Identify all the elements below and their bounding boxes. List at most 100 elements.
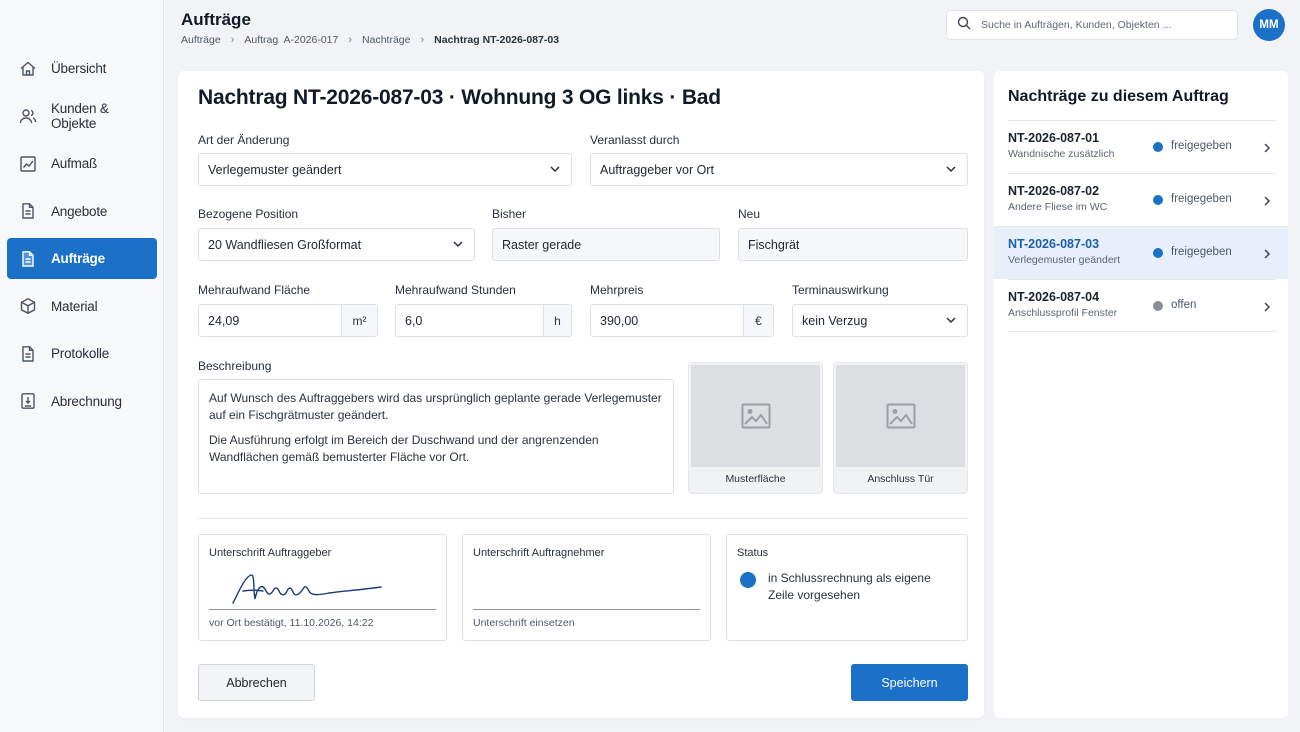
sidebar-item-label: Abrechnung (51, 393, 122, 409)
nachtrag-form-card: Nachtrag NT-2026-087-03 · Wohnung 3 OG l… (178, 71, 984, 718)
avatar[interactable]: MM (1253, 9, 1285, 41)
chevron-right-icon (1262, 300, 1272, 318)
search-icon (957, 16, 971, 35)
document-filled-icon (19, 250, 37, 268)
photo-caption: Anschluss Tür (867, 473, 934, 485)
signature-subtext: vor Ort bestätigt, 11.10.2026, 14:22 (209, 617, 374, 629)
cancel-button[interactable]: Abbrechen (198, 664, 315, 701)
flaeche-input[interactable]: 24,09 m² (198, 304, 378, 337)
item-description: Wandnische zusätzlich (1008, 148, 1115, 160)
item-status: freigegeben (1171, 140, 1232, 152)
sidebar-item-label: Kunden & Objekte (51, 101, 109, 131)
position-select[interactable]: 20 Wandfliesen Großformat (198, 228, 475, 261)
status-dot-icon (1153, 142, 1163, 152)
signature-subtext[interactable]: Unterschrift einsetzen (473, 617, 575, 629)
home-icon (19, 60, 37, 78)
breadcrumb-item[interactable]: Nachträge (362, 34, 410, 46)
nachtraege-panel: Nachträge zu diesem Auftrag NT-2026-087-… (994, 71, 1288, 718)
status-dot-icon (740, 572, 756, 588)
sidebar-item-material[interactable]: Material (7, 286, 157, 327)
status-dot-icon (1153, 301, 1163, 311)
breadcrumb: Aufträge › Auftrag A-2026-017 › Nachträg… (181, 34, 559, 46)
sidebar-item-label: Material (51, 298, 98, 314)
status-label: Status (737, 547, 769, 559)
art-select[interactable]: Verlegemuster geändert (198, 153, 572, 186)
signature-label: Unterschrift Auftraggeber (209, 547, 332, 559)
item-status: freigegeben (1171, 246, 1232, 258)
sidebar-item-label: Protokolle (51, 346, 110, 361)
item-id: NT-2026-087-03 (1008, 237, 1100, 251)
status-text: in Schlussrechnung als eigene Zeile vorg… (768, 571, 931, 602)
sidebar-item-label: Übersicht (51, 61, 107, 76)
bisher-value: Raster gerade (502, 237, 582, 252)
item-status: offen (1171, 299, 1197, 311)
unit-label: m² (341, 305, 377, 336)
signature-line (209, 609, 436, 610)
veranlasst-select[interactable]: Auftraggeber vor Ort (590, 153, 968, 186)
chevron-right-icon (1262, 247, 1272, 265)
beschreibung-paragraph: Auf Wunsch des Auftraggebers wird das ur… (209, 391, 662, 422)
list-item[interactable]: NT-2026-087-04 Anschlussprofil Fenster o… (1008, 279, 1276, 332)
signature-label: Unterschrift Auftragnehmer (473, 547, 605, 559)
document-icon (19, 345, 37, 363)
signature-image (232, 574, 382, 604)
beschreibung-textarea[interactable]: Auf Wunsch des Auftraggebers wird das ur… (198, 379, 674, 494)
signature-auftragnehmer[interactable]: Unterschrift Auftragnehmer Unterschrift … (462, 534, 711, 641)
position-label: Bezogene Position (198, 207, 299, 221)
sidebar-item-label: Aufmaß (51, 156, 98, 171)
chevron-right-icon: › (348, 34, 353, 46)
sidebar-item-protokolle[interactable]: Protokolle (7, 333, 157, 374)
chevron-down-icon (549, 163, 561, 178)
photo-musterflaeche[interactable]: Musterfläche (688, 362, 823, 494)
save-button[interactable]: Speichern (851, 664, 968, 701)
veranlasst-value: Auftraggeber vor Ort (600, 162, 714, 177)
unit-label: h (543, 305, 571, 336)
sidebar-item-label: Aufträge (51, 251, 105, 266)
termin-select[interactable]: kein Verzug (792, 304, 968, 337)
sidebar-item-angebote[interactable]: Angebote (7, 191, 157, 232)
sidebar-item-kunden[interactable]: Kunden & Objekte (7, 96, 157, 137)
photo-anschluss-tuer[interactable]: Anschluss Tür (833, 362, 968, 494)
sidebar-item-abrechnung[interactable]: Abrechnung (7, 381, 157, 422)
beschreibung-paragraph: Die Ausführung erfolgt im Bereich der Du… (209, 433, 599, 464)
search-input[interactable] (981, 19, 1221, 31)
panel-title: Nachträge zu diesem Auftrag (1008, 88, 1229, 105)
image-placeholder-icon (691, 365, 820, 467)
status-box: Status in Schlussrechnung als eigene Zei… (726, 534, 968, 641)
status-dot-icon (1153, 195, 1163, 205)
beschreibung-label: Beschreibung (198, 359, 272, 373)
chevron-right-icon (1262, 194, 1272, 212)
sidebar-item-uebersicht[interactable]: Übersicht (7, 48, 157, 89)
chart-icon (19, 155, 37, 173)
item-description: Anschlussprofil Fenster (1008, 307, 1118, 319)
item-id: NT-2026-087-01 (1008, 131, 1100, 145)
chevron-down-icon (945, 314, 957, 329)
search-box[interactable] (946, 10, 1238, 40)
item-description: Andere Fliese im WC (1008, 201, 1108, 213)
sidebar-nav: Übersicht Kunden & Objekte Aufmaß Angebo… (7, 48, 157, 428)
sidebar-item-label: Angebote (51, 203, 108, 219)
sidebar-item-auftraege[interactable]: Aufträge (7, 238, 157, 279)
bisher-label: Bisher (492, 207, 527, 221)
nachtraege-list: NT-2026-087-01 Wandnische zusätzlich fre… (994, 120, 1288, 332)
breadcrumb-item[interactable]: Aufträge (181, 34, 221, 46)
chevron-down-icon (452, 238, 464, 253)
preis-input[interactable]: 390,00 € (590, 304, 774, 337)
preis-value: 390,00 (600, 313, 639, 328)
list-item[interactable]: NT-2026-087-01 Wandnische zusätzlich fre… (1008, 120, 1276, 173)
page-title: Aufträge (181, 10, 251, 29)
position-value: 20 Wandfliesen Großformat (208, 237, 362, 252)
stunden-input[interactable]: 6,0 h (395, 304, 572, 337)
sidebar-item-aufmass[interactable]: Aufmaß (7, 143, 157, 184)
invoice-icon (19, 392, 37, 410)
veranlasst-label: Veranlasst durch (590, 133, 680, 147)
art-label: Art der Änderung (198, 133, 290, 147)
breadcrumb-current: Nachtrag NT-2026-087-03 (434, 34, 560, 46)
list-item-selected[interactable]: NT-2026-087-03 Verlegemuster geändert fr… (994, 226, 1288, 279)
breadcrumb-item[interactable]: Auftrag A-2026-017 (244, 34, 338, 46)
list-item[interactable]: NT-2026-087-02 Andere Fliese im WC freig… (1008, 173, 1276, 226)
signature-line (473, 609, 700, 610)
box-icon (19, 297, 37, 315)
neu-field[interactable]: Fischgrät (738, 228, 968, 261)
sidebar: Übersicht Kunden & Objekte Aufmaß Angebo… (0, 0, 164, 732)
